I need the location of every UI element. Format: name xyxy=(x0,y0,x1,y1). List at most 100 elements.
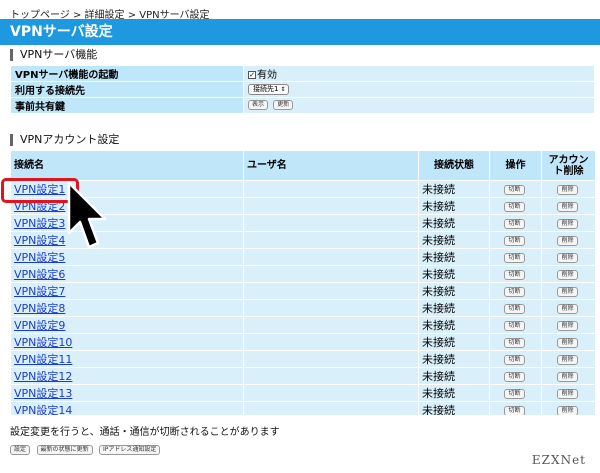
connection-name-link[interactable]: VPN設定7 xyxy=(14,285,65,298)
user-name-cell xyxy=(243,316,419,334)
disconnect-button[interactable]: 切断 xyxy=(504,371,525,382)
disconnect-button[interactable]: 切断 xyxy=(504,235,525,246)
user-name-cell xyxy=(243,401,419,415)
delete-account-button[interactable]: 削除 xyxy=(557,252,578,263)
vpn-server-settings-table: VPNサーバ機能の起動 ✓ 有効 利用する接続先 接続先1 ⇕ 事前共有鍵 表示 更… xyxy=(10,65,595,114)
delete-account-button[interactable]: 削除 xyxy=(557,405,578,415)
column-header-user-name: ユーザ名 xyxy=(243,150,419,181)
disconnect-button[interactable]: 切断 xyxy=(504,388,525,399)
delete-cell: 削除 xyxy=(541,316,595,334)
vpn-enable-cell: ✓ 有効 xyxy=(243,65,595,82)
disconnect-button[interactable]: 切断 xyxy=(504,269,525,280)
connection-name-link[interactable]: VPN設定4 xyxy=(14,234,65,247)
connection-name-link[interactable]: VPN設定8 xyxy=(14,302,65,315)
connection-target-select[interactable]: 接続先1 ⇕ xyxy=(248,83,289,95)
delete-account-button[interactable]: 削除 xyxy=(557,184,578,195)
connection-name-cell: VPN設定13 xyxy=(10,384,244,402)
ip-notify-settings-button[interactable]: IPアドレス通知設定 xyxy=(99,445,161,455)
disconnect-button[interactable]: 切断 xyxy=(504,337,525,348)
connection-name-link[interactable]: VPN設定10 xyxy=(14,336,72,349)
delete-account-button[interactable]: 削除 xyxy=(557,218,578,229)
operation-cell: 切断 xyxy=(489,265,542,283)
status-cell: 未接続 xyxy=(418,282,490,300)
update-key-button[interactable]: 更新 xyxy=(273,100,294,110)
watermark: EZXNet xyxy=(531,453,586,467)
connection-name-link[interactable]: VPN設定9 xyxy=(14,319,65,332)
refresh-status-button[interactable]: 最新の状態に更新 xyxy=(36,445,93,455)
status-cell: 未接続 xyxy=(418,316,490,334)
delete-account-button[interactable]: 削除 xyxy=(557,303,578,314)
checkbox-checked-icon[interactable]: ✓ xyxy=(248,71,256,79)
status-cell: 未接続 xyxy=(418,401,490,415)
connection-name-link[interactable]: VPN設定5 xyxy=(14,251,65,264)
disconnect-button[interactable]: 切断 xyxy=(504,354,525,365)
page-title: VPNサーバ設定 xyxy=(0,19,600,45)
delete-cell: 削除 xyxy=(541,401,595,415)
table-header-row: 接続名 ユーザ名 接続状態 操作 アカウント削除 xyxy=(10,150,595,181)
table-row: VPN設定7 未接続 切断 削除 xyxy=(10,282,595,300)
connection-name-link[interactable]: VPN設定6 xyxy=(14,268,65,281)
connection-target-cell: 接続先1 ⇕ xyxy=(243,81,595,98)
connection-name-cell: VPN設定5 xyxy=(10,248,244,266)
vpn-server-section-title: VPNサーバ機能 xyxy=(10,49,97,61)
connection-name-cell: VPN設定8 xyxy=(10,299,244,317)
delete-account-button[interactable]: 削除 xyxy=(557,388,578,399)
disconnect-button[interactable]: 切断 xyxy=(504,405,525,415)
updown-arrow-icon: ⇕ xyxy=(280,85,286,93)
status-cell: 未接続 xyxy=(418,384,490,402)
delete-account-button[interactable]: 削除 xyxy=(557,337,578,348)
connection-name-cell: VPN設定12 xyxy=(10,367,244,385)
column-header-operation: 操作 xyxy=(489,150,542,181)
disconnect-button[interactable]: 切断 xyxy=(504,184,525,195)
delete-cell: 削除 xyxy=(541,248,595,266)
delete-account-button[interactable]: 削除 xyxy=(557,354,578,365)
operation-cell: 切断 xyxy=(489,282,542,300)
delete-account-button[interactable]: 削除 xyxy=(557,286,578,297)
operation-cell: 切断 xyxy=(489,180,542,198)
table-row: VPN設定12 未接続 切断 削除 xyxy=(10,367,595,385)
status-cell: 未接続 xyxy=(418,231,490,249)
status-cell: 未接続 xyxy=(418,299,490,317)
table-row: VPN設定6 未接続 切断 削除 xyxy=(10,265,595,283)
vpn-enable-checkbox-label[interactable]: 有効 xyxy=(257,70,277,81)
status-cell: 未接続 xyxy=(418,214,490,232)
connection-name-link[interactable]: VPN設定11 xyxy=(14,353,72,366)
disconnect-button[interactable]: 切断 xyxy=(504,252,525,263)
show-key-button[interactable]: 表示 xyxy=(248,100,269,110)
disconnect-button[interactable]: 切断 xyxy=(504,320,525,331)
operation-cell: 切断 xyxy=(489,248,542,266)
user-name-cell xyxy=(243,248,419,266)
connection-name-link[interactable]: VPN設定12 xyxy=(14,370,72,383)
table-row: VPN設定13 未接続 切断 削除 xyxy=(10,384,595,402)
disconnect-button[interactable]: 切断 xyxy=(504,218,525,229)
connection-name-cell: VPN設定4 xyxy=(10,231,244,249)
operation-cell: 切断 xyxy=(489,299,542,317)
operation-cell: 切断 xyxy=(489,231,542,249)
delete-cell: 削除 xyxy=(541,299,595,317)
vpn-account-section-title: VPNアカウント設定 xyxy=(10,134,119,146)
delete-account-button[interactable]: 削除 xyxy=(557,320,578,331)
settings-change-notice: 設定変更を行うと、通話・通信が切断されることがあります xyxy=(10,427,280,438)
connection-name-link[interactable]: VPN設定14 xyxy=(14,404,72,415)
apply-button[interactable]: 設定 xyxy=(10,445,31,455)
operation-cell: 切断 xyxy=(489,401,542,415)
disconnect-button[interactable]: 切断 xyxy=(504,201,525,212)
delete-account-button[interactable]: 削除 xyxy=(557,201,578,212)
connection-name-cell: VPN設定6 xyxy=(10,265,244,283)
delete-cell: 削除 xyxy=(541,197,595,215)
connection-name-link[interactable]: VPN設定13 xyxy=(14,387,72,400)
connection-name-cell: VPN設定9 xyxy=(10,316,244,334)
delete-account-button[interactable]: 削除 xyxy=(557,269,578,280)
user-name-cell xyxy=(243,333,419,351)
user-name-cell xyxy=(243,231,419,249)
disconnect-button[interactable]: 切断 xyxy=(504,286,525,297)
delete-account-button[interactable]: 削除 xyxy=(557,235,578,246)
delete-account-button[interactable]: 削除 xyxy=(557,371,578,382)
operation-cell: 切断 xyxy=(489,350,542,368)
operation-cell: 切断 xyxy=(489,384,542,402)
user-name-cell xyxy=(243,299,419,317)
disconnect-button[interactable]: 切断 xyxy=(504,303,525,314)
bottom-button-bar: 設定 最新の状態に更新 IPアドレス通知設定 xyxy=(10,443,163,456)
preshared-key-cell: 表示 更新 xyxy=(243,97,595,114)
connection-name-link[interactable]: VPN設定3 xyxy=(14,217,65,230)
